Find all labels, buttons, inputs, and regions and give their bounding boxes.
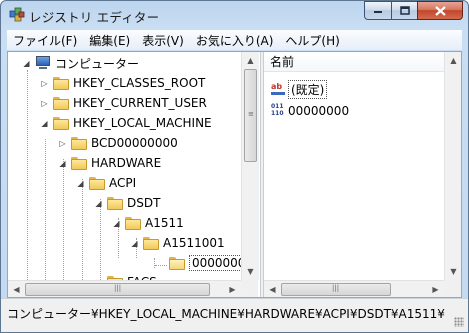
column-header-name[interactable]: 名前 [264, 52, 444, 72]
tree-node-label: BCD00000000 [91, 136, 178, 150]
collapse-arrow-icon[interactable]: ◢ [112, 219, 121, 228]
minimize-icon [374, 10, 382, 13]
scroll-left-icon[interactable]: ◀ [8, 281, 25, 297]
scroll-thumb[interactable]: ||| [25, 283, 210, 296]
maximize-icon [399, 6, 410, 15]
tree-node-label: HKEY_LOCAL_MACHINE [73, 116, 212, 130]
maximize-button[interactable] [391, 1, 417, 20]
status-bar: コンピューター¥HKEY_LOCAL_MACHINE¥HARDWARE¥ACPI… [1, 298, 468, 332]
values-vertical-scrollbar[interactable]: ▲ ▼ [444, 52, 461, 280]
collapse-arrow-icon[interactable]: ◢ [58, 159, 67, 168]
value-row[interactable]: 011 110 00000000 [270, 102, 349, 120]
folder-icon [89, 176, 105, 190]
status-path: コンピューター¥HKEY_LOCAL_MACHINE¥HARDWARE¥ACPI… [7, 307, 445, 321]
tree-horizontal-scrollbar[interactable]: ◀ ||| ▶ [8, 280, 241, 297]
tree-node-label: HKEY_CLASSES_ROOT [73, 76, 206, 90]
scroll-corner [241, 280, 258, 297]
collapse-arrow-icon[interactable]: ◢ [22, 59, 31, 68]
folder-open-icon [169, 256, 185, 270]
scroll-down-icon[interactable]: ▼ [242, 263, 259, 280]
value-name: (既定) [288, 79, 328, 99]
binary-value-icon: 011 110 [271, 103, 284, 117]
tree-connector [82, 179, 83, 280]
registry-editor-window: レジストリ エディター ファイル(F) 編集(E) 表示(V) お気に入り(A)… [0, 0, 469, 333]
scroll-right-icon[interactable]: ▶ [427, 281, 444, 297]
tree-node-computer[interactable]: ◢ コンピューター [22, 53, 139, 73]
collapse-arrow-icon[interactable]: ◢ [40, 119, 49, 128]
scroll-corner [444, 280, 461, 297]
close-icon [434, 5, 446, 16]
tree-node-label: コンピューター [55, 56, 140, 71]
tree-connector [27, 70, 28, 280]
value-row[interactable]: ab (既定) [270, 79, 328, 99]
grip-icon: ||| [114, 284, 122, 292]
tree-node-hardware[interactable]: ◢ HARDWARE [58, 153, 161, 173]
expand-arrow-icon[interactable]: ▷ [58, 139, 67, 148]
folder-icon [53, 96, 69, 110]
collapse-arrow-icon[interactable]: ◢ [76, 179, 85, 188]
folder-icon [143, 236, 159, 250]
tree-node-a1511[interactable]: ◢ A1511 [112, 213, 184, 233]
menu-bar: ファイル(F) 編集(E) 表示(V) お気に入り(A) ヘルプ(H) [7, 30, 462, 50]
tree-node-label: A1511001 [163, 236, 225, 250]
collapse-arrow-icon[interactable]: ◢ [94, 199, 103, 208]
tree-node-dsdt[interactable]: ◢ DSDT [94, 193, 160, 213]
string-value-icon: ab [270, 82, 286, 96]
scroll-up-icon[interactable]: ▲ [242, 52, 259, 69]
value-name: 00000000 [288, 104, 350, 118]
menu-edit[interactable]: 編集(E) [83, 32, 136, 49]
expand-arrow-icon[interactable]: ▷ [40, 79, 49, 88]
title-bar[interactable]: レジストリ エディター [1, 1, 468, 29]
window-title: レジストリ エディター [29, 10, 160, 25]
grip-icon: ||| [332, 284, 340, 292]
scroll-thumb[interactable]: ||| [281, 283, 391, 296]
tree-node-hklm[interactable]: ◢ HKEY_LOCAL_MACHINE [40, 113, 212, 133]
tree-node-label: HKEY_CURRENT_USER [73, 96, 207, 110]
menu-favorites[interactable]: お気に入り(A) [190, 32, 280, 49]
tree-node-label: 0000000 [189, 255, 249, 271]
close-button[interactable] [417, 1, 463, 20]
scroll-down-icon[interactable]: ▼ [445, 263, 461, 280]
tree-connector [45, 139, 46, 280]
tree-node-label: ACPI [109, 176, 137, 190]
resize-grip-icon[interactable] [454, 317, 464, 327]
tree-node-hkcr[interactable]: ▷ HKEY_CLASSES_ROOT [40, 73, 205, 93]
tree-connector [155, 265, 167, 266]
tree-node-label: HARDWARE [91, 156, 162, 170]
column-header-label: 名前 [270, 55, 295, 69]
grip-icon: ≡ [248, 110, 254, 118]
folder-icon [71, 136, 87, 150]
collapse-arrow-icon[interactable]: ◢ [130, 239, 139, 248]
tree-node-bcd[interactable]: ▷ BCD00000000 [58, 133, 178, 153]
scroll-right-icon[interactable]: ▶ [224, 281, 241, 297]
scroll-up-icon[interactable]: ▲ [445, 52, 461, 69]
values-horizontal-scrollbar[interactable]: ◀ ||| ▶ [264, 280, 444, 297]
menu-help[interactable]: ヘルプ(H) [279, 32, 345, 49]
folder-icon [107, 196, 123, 210]
tree-connector [63, 159, 64, 280]
minimize-button[interactable] [364, 1, 391, 20]
tree-node-hkcu[interactable]: ▷ HKEY_CURRENT_USER [40, 93, 207, 113]
folder-icon [53, 76, 69, 90]
menu-view[interactable]: 表示(V) [136, 32, 190, 49]
folder-icon [125, 216, 141, 230]
scroll-left-icon[interactable]: ◀ [264, 281, 281, 297]
menu-file[interactable]: ファイル(F) [7, 32, 83, 49]
values-pane[interactable]: 名前 ab (既定) 011 110 00000000 ▲ ▼ ◀ ||| ▶ [264, 52, 461, 297]
tree-node-label: DSDT [127, 196, 161, 210]
tree-node-a1511001[interactable]: ◢ A1511001 [130, 233, 225, 253]
registry-editor-icon [9, 7, 25, 22]
tree-node-acpi[interactable]: ◢ ACPI [76, 173, 136, 193]
folder-icon [71, 156, 87, 170]
tree-connector [154, 258, 155, 268]
tree-node-selected[interactable]: 0000000 [169, 253, 249, 273]
computer-icon [35, 56, 51, 70]
registry-tree[interactable]: ◢ コンピューター ▷ HKEY_CLASSES_ROOT ▷ HKEY_CUR… [8, 52, 260, 297]
expand-arrow-icon[interactable]: ▷ [40, 99, 49, 108]
tree-vertical-scrollbar[interactable]: ▲ ≡ ▼ [241, 52, 259, 280]
tree-node-label: A1511 [145, 216, 184, 230]
folder-icon [53, 116, 69, 130]
panes-container: ◢ コンピューター ▷ HKEY_CLASSES_ROOT ▷ HKEY_CUR… [7, 51, 462, 298]
scroll-thumb[interactable]: ≡ [244, 69, 257, 162]
